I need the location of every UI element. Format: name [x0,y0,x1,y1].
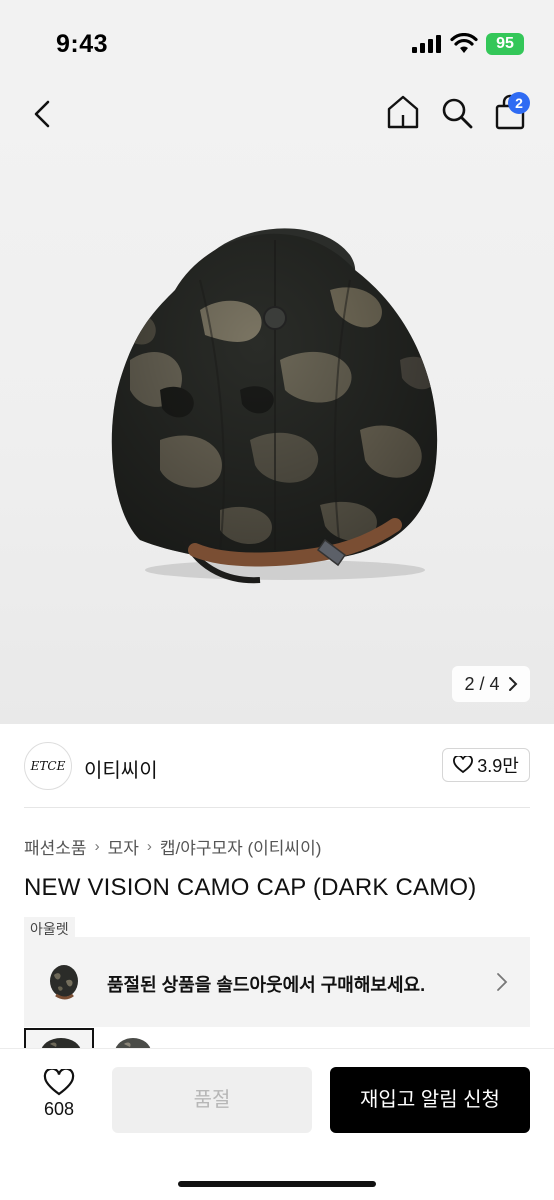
product-photo [111,228,438,584]
pager-current: 2 [464,673,475,694]
product-image-gallery[interactable]: 2 2 / 4 [0,80,554,724]
chevron-right-icon: › [94,838,100,855]
cellular-signal-icon [412,35,441,53]
gallery-pager[interactable]: 2 / 4 [452,666,530,702]
cart-count-badge: 2 [508,92,530,114]
chevron-left-icon[interactable] [26,96,58,132]
wifi-icon [450,33,478,53]
product-title: NEW VISION CAMO CAP (DARK CAMO) [24,874,477,901]
home-icon[interactable] [386,94,420,130]
thumbnail-item[interactable] [24,1028,94,1050]
battery-indicator: 95 [486,33,524,55]
product-thumbnail [50,965,78,1000]
divider [24,807,530,808]
status-time: 9:43 [56,30,109,58]
bottom-action-bar: 608 품절 재입고 알림 신청 [0,1048,554,1200]
chevron-right-icon [497,973,508,991]
chevron-right-icon: › [146,838,152,855]
chevron-right-icon [508,677,517,691]
brand-row: ETCE 이티씨이 3.9만 [24,742,530,790]
breadcrumb-item-hats[interactable]: 모자 [108,834,139,859]
thumbnail-item[interactable] [98,1028,168,1050]
battery-level: 95 [496,35,514,52]
breadcrumb-item-fashion-accessories[interactable]: 패션소품 [24,834,87,859]
pager-separator: / [479,673,485,694]
status-bar: 9:43 95 [0,0,554,80]
home-indicator [178,1181,376,1187]
pager-total: 4 [489,673,500,694]
heart-icon [43,1069,75,1096]
brand-like-count: 3.9만 [477,756,519,776]
outlet-banner[interactable]: 품절된 상품을 솔드아웃에서 구매해보세요. [24,937,530,1027]
brand-like-button[interactable]: 3.9만 [442,748,530,782]
wishlist-button[interactable]: 608 [30,1069,88,1139]
sold-out-button: 품절 [112,1067,312,1133]
outlet-tag: 아울렛 [24,917,75,941]
breadcrumb-item-caps[interactable]: 캡/야구모자 (이티씨이) [160,834,322,859]
breadcrumb: 패션소품 › 모자 › 캡/야구모자 (이티씨이) [24,834,321,859]
restock-alert-button[interactable]: 재입고 알림 신청 [330,1067,530,1133]
brand-name[interactable]: 이티씨이 [84,754,158,783]
wishlist-count: 608 [43,1099,75,1119]
outlet-message: 품절된 상품을 솔드아웃에서 구매해보세요. [107,975,426,995]
brand-logo[interactable]: ETCE [24,742,72,790]
heart-icon [453,756,474,774]
thumbnail-strip [24,1028,530,1050]
search-icon[interactable] [440,96,474,130]
